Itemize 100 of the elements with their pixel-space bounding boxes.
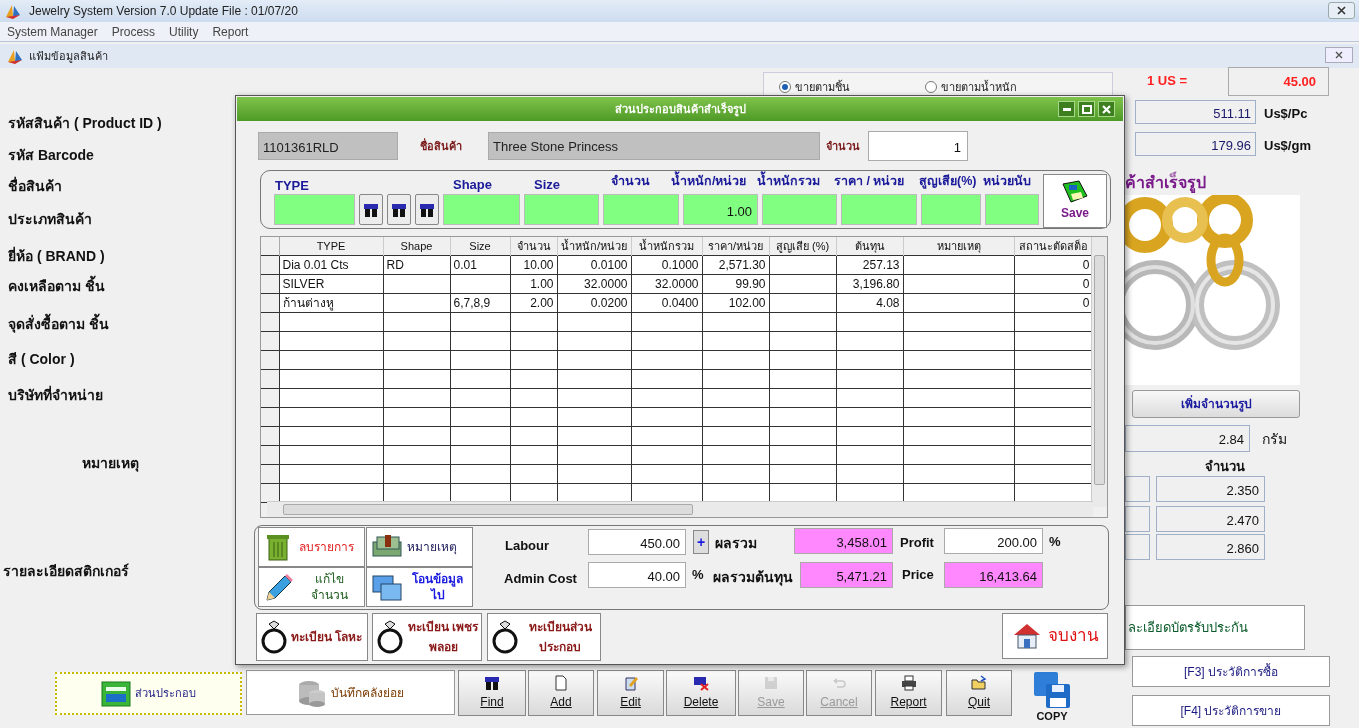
close-button[interactable] (1328, 2, 1355, 19)
close-button[interactable] (1325, 47, 1353, 63)
table-cell: 32.0000 (557, 274, 631, 294)
column-header[interactable]: ต้นทุน (836, 237, 903, 256)
search-button[interactable] (359, 194, 383, 226)
tab[interactable]: ส่วนประกอบ (55, 672, 242, 715)
binoculars-icon (363, 201, 379, 218)
save-button[interactable]: Save (1043, 174, 1107, 228)
product-name-field[interactable]: Three Stone Princess (488, 132, 820, 161)
register-button[interactable]: ทะเบียน เพชรพลอย (372, 612, 482, 661)
quantity-field[interactable]: 1 (868, 131, 968, 162)
text-field[interactable] (524, 194, 599, 226)
plus-button[interactable]: + (693, 530, 709, 555)
text-field[interactable] (985, 194, 1039, 226)
text-field[interactable] (841, 194, 917, 226)
price-field[interactable]: 511.11 (1135, 100, 1256, 124)
column-header[interactable]: Shape (383, 237, 450, 256)
column-header[interactable]: Size (450, 237, 510, 256)
history-button[interactable]: [F3] ประวัติการซื้อ (1132, 656, 1330, 687)
column-header[interactable]: หมายเหตุ (903, 237, 1014, 256)
field-label: จำนวน (826, 139, 861, 155)
product-id-field[interactable]: 1101361RLD (258, 132, 398, 161)
text-field[interactable] (443, 194, 520, 226)
toolbar-button[interactable]: Report (875, 670, 942, 716)
close-button[interactable]: จบงาน (1002, 612, 1108, 659)
warranty-button[interactable]: ละเอียดบัตรรับประกัน (1125, 605, 1305, 650)
action-button[interactable]: แก้ไขจำนวน (258, 567, 365, 608)
table-cell: RD (383, 255, 450, 275)
weight-field[interactable]: 2.84 (1125, 425, 1250, 452)
price-field[interactable]: 179.96 (1135, 132, 1256, 156)
history-button[interactable]: [F4] ประวัติการขาย (1132, 695, 1330, 726)
toolbar-button[interactable]: Delete (666, 670, 736, 716)
radio-option[interactable]: ขายตามชิ้น (779, 79, 850, 96)
price-field[interactable]: 16,413.64 (944, 562, 1043, 589)
admin-cost-field[interactable]: 40.00 (588, 562, 686, 589)
column-header[interactable]: จำนวน (510, 237, 557, 256)
menu-item[interactable]: Process (111, 22, 156, 41)
text-field[interactable] (921, 194, 981, 226)
search-button[interactable] (415, 194, 439, 226)
table-cell: 2,571.30 (702, 255, 769, 275)
menu-item[interactable]: System Manager (7, 22, 98, 41)
horizontal-scrollbar[interactable] (267, 501, 1093, 518)
binoculars-icon (391, 201, 407, 218)
column-header[interactable]: น้ำหนัก/หน่วย (557, 237, 631, 256)
maximize-button[interactable] (1078, 101, 1095, 117)
field-label: Labour (505, 537, 550, 556)
quantity-field[interactable]: 2.470 (1156, 506, 1265, 532)
column-header[interactable]: ราคา/หน่วย (702, 237, 769, 256)
toolbar-button[interactable]: Find (458, 670, 526, 716)
table-cell: 10.00 (510, 255, 557, 275)
text-field[interactable] (762, 194, 837, 226)
quantity-field[interactable]: 2.350 (1156, 476, 1265, 502)
tab[interactable]: บันทึกคลังย่อย (246, 670, 455, 715)
table-cell: 0.0200 (557, 293, 631, 313)
register-button[interactable]: ทะเบียน โลหะ (256, 612, 368, 661)
search-button[interactable] (387, 194, 411, 226)
table-cell: 1.00 (510, 274, 557, 294)
table-cell: 257.13 (836, 255, 903, 275)
text-field[interactable] (1125, 534, 1150, 560)
toolbar-button[interactable]: Quit (946, 670, 1012, 716)
page-icon (553, 675, 569, 691)
labour-field[interactable]: 450.00 (588, 529, 686, 556)
unit-label: Us$/gm (1264, 137, 1311, 155)
action-button[interactable]: โอนข้อมูล ไป (366, 567, 473, 608)
toolbar-button[interactable]: Add (528, 670, 594, 716)
section-heading: ค้าสำเร็จรูป (1125, 171, 1206, 195)
table-cell: 0.0100 (557, 255, 631, 275)
column-header[interactable]: TYPE (279, 237, 383, 256)
minimize-button[interactable] (1058, 101, 1075, 117)
profit-field[interactable]: 200.00 (944, 528, 1043, 555)
column-header[interactable]: สูญเสีย (%) (769, 237, 836, 256)
total-field[interactable]: 3,458.01 (794, 528, 893, 555)
field-label: บริษัทที่จำหน่าย (8, 385, 103, 405)
ring-icon (375, 619, 405, 654)
field-label: รหัสสินค้า ( Product ID ) (8, 114, 162, 133)
undo-icon (831, 675, 847, 691)
rate-label: 1 US = (1147, 72, 1188, 90)
table-cell: 99.90 (702, 274, 769, 294)
register-button[interactable]: ทะเบียนส่วน ประกอบ (487, 612, 601, 661)
toolbar-button[interactable]: Edit (597, 670, 664, 716)
add-picture-button[interactable]: เพิ่มจำนวนรูป (1132, 390, 1300, 418)
vertical-scrollbar[interactable] (1091, 237, 1107, 508)
text-field[interactable] (1125, 506, 1150, 532)
menu-item[interactable]: Report (212, 22, 249, 41)
radio-option[interactable]: ขายตามน้ำหนัก (925, 79, 1017, 96)
text-field[interactable] (1125, 476, 1150, 502)
action-button[interactable]: ลบรายการ (258, 527, 365, 568)
total-cost-field[interactable]: 5,471.21 (800, 562, 893, 589)
field-label: ประเภทสินค้า (8, 210, 92, 229)
text-field[interactable]: 1.00 (683, 194, 758, 226)
close-button[interactable] (1098, 101, 1115, 117)
action-button[interactable]: หมายเหตุ (366, 527, 473, 568)
copy-button[interactable]: COPY (1027, 670, 1077, 726)
quantity-field[interactable]: 2.860 (1156, 534, 1265, 560)
text-field[interactable] (274, 194, 355, 226)
text-field[interactable] (603, 194, 679, 226)
column-header[interactable]: น้ำหนักรวม (631, 237, 702, 256)
column-header: จำนวน (1205, 458, 1245, 476)
folders-icon (371, 572, 403, 603)
menu-item[interactable]: Utility (169, 22, 199, 41)
